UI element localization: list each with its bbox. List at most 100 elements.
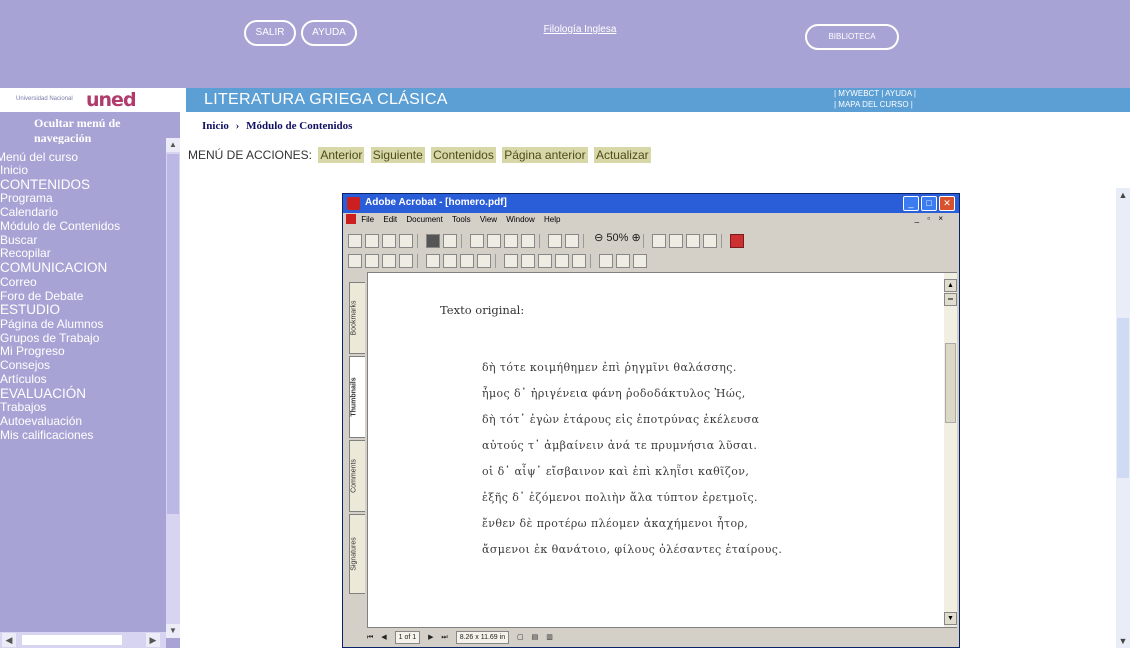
uned-logo[interactable]: uned xyxy=(86,89,137,111)
sidebar-item-mi-progreso[interactable]: Mi Progreso xyxy=(0,345,165,359)
more-tools-icon[interactable] xyxy=(633,254,647,268)
link-tool-icon[interactable] xyxy=(521,254,535,268)
sidebar-item-trabajos[interactable]: Trabajos xyxy=(0,401,165,415)
minimize-icon[interactable]: _ xyxy=(903,196,919,211)
document-vertical-scrollbar[interactable]: ▲ ═ ▼ xyxy=(944,273,957,627)
split-icon[interactable]: ═ xyxy=(944,293,957,306)
sidebar-item-módulo-de-contenidos[interactable]: Módulo de Contenidos xyxy=(0,219,165,234)
pencil-tool-icon[interactable] xyxy=(443,254,457,268)
maximize-icon[interactable]: □ xyxy=(921,196,937,211)
zoom-value[interactable]: 50% xyxy=(606,232,628,244)
last-page-nav-icon[interactable]: ⏭ xyxy=(441,634,447,641)
menu-view[interactable]: View xyxy=(480,215,497,224)
layout-single-icon[interactable]: ▢ xyxy=(517,634,524,641)
tab-signatures[interactable]: Signatures xyxy=(349,514,365,594)
page-indicator[interactable]: 1 of 1 xyxy=(394,631,421,644)
article-tool-icon[interactable] xyxy=(572,254,586,268)
sidebar-item-autoevaluación[interactable]: Autoevaluación xyxy=(0,414,165,429)
menu-tools[interactable]: Tools xyxy=(452,215,471,224)
tab-comments[interactable]: Comments xyxy=(349,440,365,512)
layout-facing-icon[interactable]: ▥ xyxy=(546,634,553,641)
sidebar-item-correo[interactable]: Correo xyxy=(0,275,165,290)
crop-tool-icon[interactable] xyxy=(538,254,552,268)
forward-icon[interactable] xyxy=(565,234,579,248)
action-anterior-button[interactable]: Anterior xyxy=(318,147,365,163)
scroll-down-arrow-icon[interactable]: ▼ xyxy=(944,612,957,625)
sidebar-item-programa[interactable]: Programa xyxy=(0,191,165,206)
scroll-thumb[interactable] xyxy=(167,154,179,514)
last-page-icon[interactable] xyxy=(521,234,535,248)
sidebar-vertical-scrollbar[interactable]: ▲ ▼ xyxy=(166,138,180,638)
main-vertical-scrollbar[interactable]: ▲ ▼ xyxy=(1116,188,1130,648)
scroll-down-arrow-icon[interactable]: ▼ xyxy=(1116,634,1130,648)
find-icon[interactable] xyxy=(443,234,457,248)
fit-page-icon[interactable] xyxy=(668,234,683,248)
scroll-up-arrow-icon[interactable]: ▲ xyxy=(1116,188,1130,202)
scroll-up-arrow-icon[interactable]: ▲ xyxy=(166,138,180,152)
fit-width-icon[interactable] xyxy=(685,234,700,248)
acrobat-titlebar[interactable]: Adobe Acrobat - [homero.pdf] _ □ ✕ xyxy=(343,194,959,213)
touchup-object-icon[interactable] xyxy=(616,254,630,268)
sidebar-item-página-de-alumnos[interactable]: Página de Alumnos xyxy=(0,317,165,332)
sidebar-horizontal-scrollbar[interactable]: ◀ ▶ xyxy=(0,632,166,648)
action-siguiente-button[interactable]: Siguiente xyxy=(370,147,425,163)
form-tool-icon[interactable] xyxy=(504,254,518,268)
next-page-nav-icon[interactable]: ▶ xyxy=(428,634,433,641)
previous-page-icon[interactable] xyxy=(487,234,501,248)
text-select-icon[interactable] xyxy=(382,254,396,268)
zoom-tool-icon[interactable] xyxy=(365,254,379,268)
document-page[interactable]: Texto original: δὴ τότε κοιμήθημεν ἐπὶ ῥ… xyxy=(367,272,957,628)
biblioteca-button[interactable]: BIBLIOTECA xyxy=(805,24,899,50)
email-icon[interactable] xyxy=(399,234,413,248)
menu-file[interactable]: File xyxy=(361,215,374,224)
hide-menu-link[interactable]: Ocultar menú de navegación xyxy=(34,116,174,144)
zoom-out-icon[interactable]: ⊖ xyxy=(594,232,603,244)
rotate-icon[interactable] xyxy=(702,234,717,248)
ayuda-button[interactable]: AYUDA xyxy=(301,20,357,46)
course-links-top[interactable]: | MYWEBCT | AYUDA | xyxy=(834,88,1014,99)
scroll-right-arrow-icon[interactable]: ▶ xyxy=(146,633,160,647)
sidebar-item-grupos-de-trabajo[interactable]: Grupos de Trabajo xyxy=(0,331,165,346)
menu-help[interactable]: Help xyxy=(544,215,560,224)
scroll-up-arrow-icon[interactable]: ▲ xyxy=(944,279,957,292)
menu-edit[interactable]: Edit xyxy=(383,215,397,224)
sidebar-item-buscar[interactable]: Buscar xyxy=(0,233,165,248)
save-icon[interactable] xyxy=(365,234,379,248)
print-icon[interactable] xyxy=(382,234,396,248)
menu-document[interactable]: Document xyxy=(406,215,442,224)
filologia-link[interactable]: Filología Inglesa xyxy=(520,24,640,35)
zoom-in-icon[interactable]: ⊕ xyxy=(631,232,640,244)
scroll-thumb[interactable] xyxy=(22,635,122,645)
course-links[interactable]: | MYWEBCT | AYUDA | | MAPA DEL CURSO | xyxy=(834,88,1014,110)
scroll-thumb[interactable] xyxy=(945,343,956,423)
menu-window[interactable]: Window xyxy=(506,215,534,224)
tab-bookmarks[interactable]: Bookmarks xyxy=(349,282,365,354)
actual-size-icon[interactable] xyxy=(651,234,666,248)
breadcrumb-home[interactable]: Inicio xyxy=(202,120,229,132)
salir-button[interactable]: SALIR xyxy=(244,20,296,46)
touchup-text-icon[interactable] xyxy=(599,254,613,268)
action-contenidos-button[interactable]: Contenidos xyxy=(431,147,496,163)
movie-tool-icon[interactable] xyxy=(555,254,569,268)
sidebar-item-consejos[interactable]: Consejos xyxy=(0,358,165,373)
first-page-icon[interactable] xyxy=(470,234,484,248)
back-icon[interactable] xyxy=(548,234,562,248)
sidebar-item-mis-calificaciones[interactable]: Mis calificaciones xyxy=(0,428,165,443)
open-icon[interactable] xyxy=(348,234,362,248)
sidebar-item-artículos[interactable]: Artículos xyxy=(0,372,165,387)
next-page-icon[interactable] xyxy=(504,234,518,248)
scroll-left-arrow-icon[interactable]: ◀ xyxy=(2,633,16,647)
sidebar-item-recopilar[interactable]: Recopilar xyxy=(0,247,165,261)
sidebar-item-inicio[interactable]: Inicio xyxy=(0,163,165,178)
hand-tool-icon[interactable] xyxy=(348,254,362,268)
search-icon[interactable] xyxy=(426,234,440,248)
graphics-select-icon[interactable] xyxy=(399,254,413,268)
tab-thumbnails[interactable]: Thumbnails xyxy=(349,356,365,438)
layout-continuous-icon[interactable]: ▤ xyxy=(532,634,539,641)
highlight-tool-icon[interactable] xyxy=(460,254,474,268)
close-icon[interactable]: ✕ xyxy=(939,196,955,211)
scroll-down-arrow-icon[interactable]: ▼ xyxy=(166,624,180,638)
prev-page-nav-icon[interactable]: ◀ xyxy=(381,634,386,641)
stamp-tool-icon[interactable] xyxy=(477,254,491,268)
course-links-bottom[interactable]: | MAPA DEL CURSO | xyxy=(834,99,1014,110)
